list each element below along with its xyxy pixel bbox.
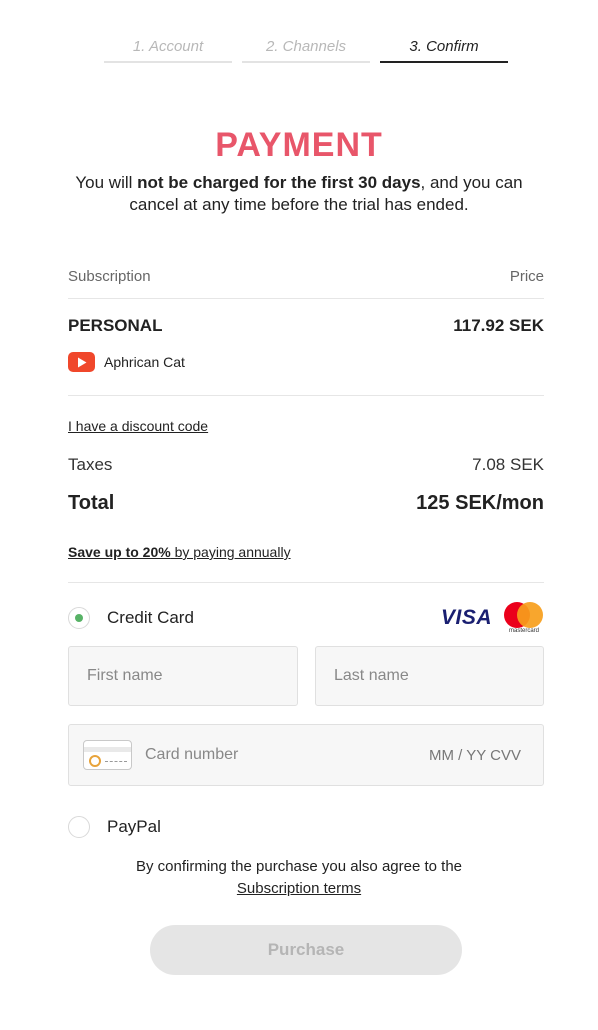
credit-card-label: Credit Card [107, 608, 194, 627]
channel-name: Aphrican Cat [104, 354, 185, 370]
price-column-header: Price [509, 268, 544, 285]
divider [68, 582, 544, 583]
summary-header: Subscription Price [68, 268, 544, 299]
credit-card-option[interactable]: Credit Card [68, 607, 194, 629]
trial-notice-pre: You will [75, 173, 138, 192]
card-expiry-cvv-placeholder[interactable]: MM / YY CVV [429, 747, 521, 764]
terms-text: By confirming the purchase you also agre… [135, 858, 463, 875]
discount-code-link[interactable]: I have a discount code [68, 418, 544, 434]
card-chip [89, 755, 101, 767]
card-dash [105, 761, 127, 762]
radio-selected-dot [75, 614, 83, 622]
paypal-radio[interactable] [68, 816, 90, 838]
paypal-label: PayPal [107, 817, 161, 836]
card-number-field[interactable]: Card number MM / YY CVV [68, 724, 544, 786]
paypal-option-row: PayPal [68, 811, 544, 843]
taxes-row: Taxes 7.08 SEK [68, 455, 544, 475]
subscription-column-header: Subscription [68, 268, 151, 285]
terms-notice: By confirming the purchase you also agre… [60, 856, 538, 900]
total-row: Total 125 SEK/mon [68, 492, 544, 515]
mastercard-wordmark: mastercard [508, 628, 539, 634]
youtube-icon [68, 352, 95, 372]
card-number-left: Card number [83, 740, 238, 770]
subscription-terms-link[interactable]: Subscription terms [237, 880, 361, 897]
card-brands: VISA mastercard [441, 602, 544, 634]
progress-steps: 1. Account 2. Channels 3. Confirm [104, 38, 508, 63]
mastercard-orange-circle [517, 602, 543, 628]
trial-notice-bold: not be charged for the first 30 days [137, 173, 421, 192]
first-name-field[interactable]: First name [68, 646, 298, 706]
paypal-option[interactable]: PayPal [68, 816, 161, 838]
total-label: Total [68, 492, 115, 514]
visa-logo: VISA [440, 606, 492, 629]
taxes-label: Taxes [68, 455, 113, 474]
divider [68, 395, 544, 396]
mastercard-logo: mastercard [504, 602, 544, 634]
annual-billing-link-bold: Save up to 20% [68, 544, 171, 560]
card-stripe [84, 747, 131, 752]
plan-name: PERSONAL [68, 316, 163, 335]
step-confirm[interactable]: 3. Confirm [380, 38, 508, 63]
plan-row: PERSONAL 117.92 SEK [68, 316, 544, 336]
trial-notice: You will not be charged for the first 30… [60, 172, 538, 216]
card-number-placeholder: Card number [145, 746, 239, 763]
step-channels[interactable]: 2. Channels [242, 38, 370, 63]
step-account[interactable]: 1. Account [104, 38, 232, 63]
total-value: 125 SEK/mon [416, 492, 544, 514]
credit-card-icon [83, 740, 132, 770]
last-name-field[interactable]: Last name [315, 646, 544, 706]
taxes-value: 7.08 SEK [472, 455, 544, 474]
channel-row: Aphrican Cat [68, 352, 544, 372]
credit-card-option-row: Credit Card VISA mastercard [68, 602, 544, 634]
page-title: PAYMENT [215, 126, 383, 164]
plan-price: 117.92 SEK [453, 316, 544, 335]
credit-card-radio[interactable] [68, 607, 90, 629]
purchase-button[interactable]: Purchase [150, 925, 462, 975]
annual-billing-link[interactable]: Save up to 20% by paying annually [68, 544, 544, 560]
annual-billing-link-rest: by paying annually [170, 544, 291, 560]
